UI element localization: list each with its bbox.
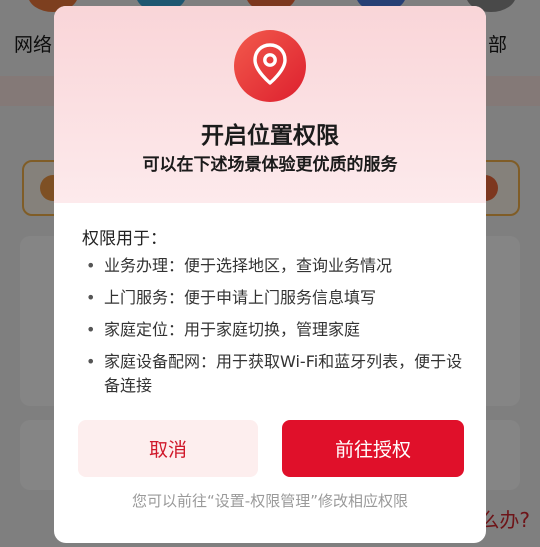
dialog-title: 开启位置权限 [201, 123, 339, 149]
cancel-button[interactable]: 取消 [78, 420, 258, 477]
usage-item-text: 上门服务：便于申请上门服务信息填写 [104, 288, 377, 307]
location-badge [234, 30, 306, 102]
usage-item-door-service: • 上门服务：便于申请上门服务信息填写 [82, 286, 472, 310]
bullet-icon: • [86, 320, 96, 339]
dialog-subtitle: 可以在下述场景体验更优质的服务 [142, 155, 398, 175]
bullet-icon: • [86, 288, 96, 307]
usage-item-text: 家庭设备配网：用于获取Wi-Fi和蓝牙列表，便于设备连接 [104, 352, 463, 395]
bullet-icon: • [86, 256, 96, 275]
usage-item-device-network: • 家庭设备配网：用于获取Wi-Fi和蓝牙列表，便于设备连接 [82, 350, 472, 398]
usage-heading: 权限用于： [82, 229, 167, 249]
location-permission-dialog: 开启位置权限 可以在下述场景体验更优质的服务 权限用于： • 业务办理：便于选择… [54, 6, 486, 543]
bullet-icon: • [86, 352, 96, 371]
usage-item-business: • 业务办理：便于选择地区，查询业务情况 [82, 254, 472, 278]
location-pin-icon [252, 43, 288, 89]
usage-list: • 业务办理：便于选择地区，查询业务情况 • 上门服务：便于申请上门服务信息填写… [82, 254, 472, 406]
usage-item-home-location: • 家庭定位：用于家庭切换，管理家庭 [82, 318, 472, 342]
authorize-button[interactable]: 前往授权 [282, 420, 464, 477]
usage-item-text: 业务办理：便于选择地区，查询业务情况 [104, 256, 393, 275]
usage-item-text: 家庭定位：用于家庭切换，管理家庭 [104, 320, 361, 339]
settings-hint: 您可以前往“设置-权限管理”修改相应权限 [132, 492, 408, 510]
